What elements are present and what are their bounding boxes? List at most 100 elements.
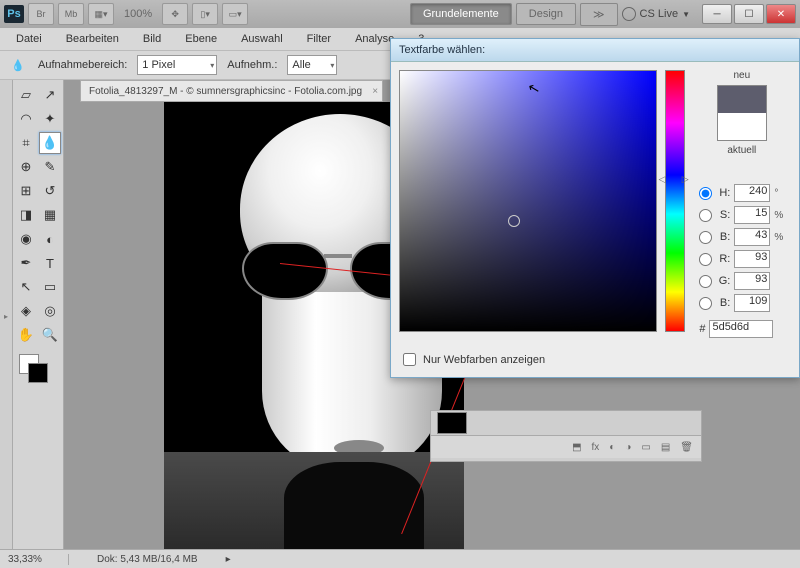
dodge-tool[interactable]: ◐: [39, 228, 61, 250]
trash-icon[interactable]: 🗑: [680, 442, 693, 453]
fx-icon[interactable]: fx: [592, 442, 600, 453]
status-doc[interactable]: Dok: 5,43 MB/16,4 MB: [89, 554, 206, 565]
layers-panel-mini: ⬒ fx ◐ ◑ ▭ ▤ 🗑: [430, 410, 702, 462]
document-tab[interactable]: Fotolia_4813297_M - © sumnersgraphicsinc…: [80, 80, 383, 102]
stamp-tool[interactable]: ⊞: [15, 180, 37, 202]
sat-radio[interactable]: [699, 209, 712, 222]
background-swatch[interactable]: [28, 363, 48, 383]
r-radio[interactable]: [699, 253, 712, 266]
path-tool[interactable]: ↖: [15, 276, 37, 298]
h-input[interactable]: 240: [734, 184, 770, 202]
screen-btn[interactable]: ▭▾: [222, 3, 248, 25]
toolbox: ▱↗ ◠✦ ⌗💧 ⊕✎ ⊞↺ ◨▦ ◉◐ ✒T ↖▭ ◈◎ ✋🔍: [13, 80, 64, 552]
minimize-btn[interactable]: ─: [702, 4, 732, 24]
lasso-tool[interactable]: ◠: [15, 108, 37, 130]
hue-indicator[interactable]: ◁▷: [659, 174, 689, 185]
color-picker-title[interactable]: Textfarbe wählen:: [391, 39, 799, 62]
sample-range-label: Aufnahmebereich:: [38, 59, 127, 71]
s-input[interactable]: 15: [734, 206, 770, 224]
color-picker-dialog: Textfarbe wählen: ◁▷ neu aktuell H:240° …: [390, 38, 800, 378]
color-preview[interactable]: [717, 85, 767, 141]
hue-slider[interactable]: [665, 70, 685, 332]
move-tool[interactable]: ▱: [15, 84, 37, 106]
b-input[interactable]: 43: [734, 228, 770, 246]
crop-tool[interactable]: ⌗: [15, 132, 37, 154]
menu-filter[interactable]: Filter: [307, 33, 331, 45]
b-label: B:: [716, 231, 730, 243]
bridge-btn[interactable]: Br: [28, 3, 54, 25]
current-label: aktuell: [727, 145, 756, 156]
minibridge-btn[interactable]: Mb: [58, 3, 84, 25]
3d-tool[interactable]: ◈: [15, 300, 37, 322]
workspace-design[interactable]: Design: [516, 3, 576, 25]
status-zoom[interactable]: 33,33%: [8, 554, 69, 565]
heal-tool[interactable]: ⊕: [15, 156, 37, 178]
sample-range-select[interactable]: 1 Pixel: [137, 55, 217, 75]
statusbar: 33,33% Dok: 5,43 MB/16,4 MB ▸: [0, 549, 800, 568]
blur-tool[interactable]: ◉: [15, 228, 37, 250]
webonly-label: Nur Webfarben anzeigen: [423, 354, 545, 366]
hue-radio[interactable]: [699, 187, 712, 200]
r-input[interactable]: 93: [734, 250, 770, 268]
hand-tool[interactable]: ✋: [15, 324, 37, 346]
brush-tool[interactable]: ✎: [39, 156, 61, 178]
bch-radio[interactable]: [699, 297, 712, 310]
zoom-tool[interactable]: 🔍: [39, 324, 61, 346]
history-brush-tool[interactable]: ↺: [39, 180, 61, 202]
status-arrow-icon[interactable]: ▸: [226, 554, 231, 565]
sample-mode-select[interactable]: Alle: [287, 55, 337, 75]
h-label: H:: [716, 187, 730, 199]
g-radio[interactable]: [699, 275, 712, 288]
g-label: G:: [716, 275, 730, 287]
link-icon[interactable]: ⬒: [572, 442, 581, 453]
zoom-percent[interactable]: 100%: [118, 8, 158, 20]
menu-image[interactable]: Bild: [143, 33, 161, 45]
close-btn[interactable]: ✕: [766, 4, 796, 24]
bch-label: B:: [716, 297, 730, 309]
view-dropdown[interactable]: ▦▾: [88, 3, 114, 25]
webonly-checkbox[interactable]: [403, 353, 416, 366]
wand-tool[interactable]: ✦: [39, 108, 61, 130]
saturation-value-field[interactable]: [399, 70, 657, 332]
g-input[interactable]: 93: [734, 272, 770, 290]
maximize-btn[interactable]: ☐: [734, 4, 764, 24]
hex-label: #: [699, 323, 705, 335]
folder-icon[interactable]: ▭: [641, 442, 650, 453]
bch-input[interactable]: 109: [734, 294, 770, 312]
eraser-tool[interactable]: ◨: [15, 204, 37, 226]
hand-btn[interactable]: ✥: [162, 3, 188, 25]
newlayer-icon[interactable]: ▤: [661, 442, 670, 453]
eyedropper-tool[interactable]: 💧: [39, 132, 61, 154]
foreground-swatch[interactable]: [19, 354, 39, 374]
layer-thumb[interactable]: [437, 412, 467, 434]
panel-collapse-rail[interactable]: [0, 80, 13, 552]
menu-layer[interactable]: Ebene: [185, 33, 217, 45]
s-label: S:: [716, 209, 730, 221]
pen-tool[interactable]: ✒: [15, 252, 37, 274]
3d-cam-tool[interactable]: ◎: [39, 300, 61, 322]
bri-radio[interactable]: [699, 231, 712, 244]
app-logo: Ps: [4, 5, 24, 23]
layers-footer: ⬒ fx ◐ ◑ ▭ ▤ 🗑: [431, 435, 701, 458]
type-tool[interactable]: T: [39, 252, 61, 274]
menu-file[interactable]: Datei: [16, 33, 42, 45]
menu-edit[interactable]: Bearbeiten: [66, 33, 119, 45]
titlebar: Ps Br Mb ▦▾ 100% ✥ ▯▾ ▭▾ Grundelemente D…: [0, 0, 800, 28]
adjust-icon[interactable]: ◑: [625, 442, 631, 453]
sample-mode-label: Aufnehm.:: [227, 59, 277, 71]
hex-input[interactable]: 5d5d6d: [709, 320, 773, 338]
new-label: neu: [733, 70, 750, 81]
workspace-more[interactable]: ≫: [580, 3, 618, 26]
gradient-tool[interactable]: ▦: [39, 204, 61, 226]
mask-icon[interactable]: ◐: [609, 442, 615, 453]
sv-cursor[interactable]: [508, 215, 520, 227]
shape-tool[interactable]: ▭: [39, 276, 61, 298]
menu-select[interactable]: Auswahl: [241, 33, 283, 45]
arrange-btn[interactable]: ▯▾: [192, 3, 218, 25]
tool-preset-icon[interactable]: 💧: [8, 55, 28, 75]
r-label: R:: [716, 253, 730, 265]
cslive-menu[interactable]: CS Live▼: [622, 7, 690, 21]
marquee-tool[interactable]: ↗: [39, 84, 61, 106]
menu-analysis[interactable]: Analyse: [355, 33, 394, 45]
workspace-essentials[interactable]: Grundelemente: [410, 3, 512, 25]
